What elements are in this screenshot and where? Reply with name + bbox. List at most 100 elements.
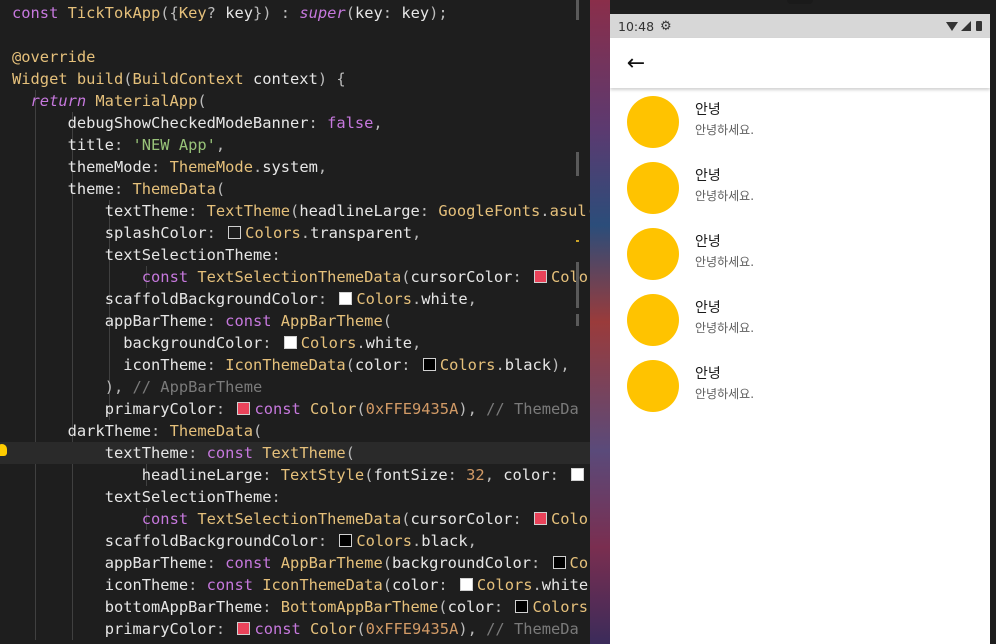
code-token: BuildContext — [132, 70, 253, 88]
app-bar: ← — [610, 38, 990, 88]
code-token: appBarTheme — [104, 312, 207, 330]
code-line[interactable]: textTheme: const TextTheme( — [0, 442, 590, 464]
color-swatch[interactable] — [459, 578, 473, 591]
code-token: const — [225, 554, 281, 572]
code-line[interactable]: ), // AppBarTheme — [0, 376, 263, 398]
code-token: ({ — [160, 4, 179, 22]
code-line[interactable]: appBarTheme: const AppBarTheme( — [0, 310, 392, 332]
code-token: themeMode — [67, 158, 152, 176]
code-token: const — [141, 510, 198, 528]
code-token: Color — [310, 400, 357, 418]
lightbulb-icon[interactable] — [0, 444, 7, 456]
code-line[interactable]: splashColor: Colors.transparent, — [0, 222, 422, 244]
color-swatch[interactable] — [552, 556, 566, 569]
code-token: build — [76, 70, 124, 88]
code-line[interactable]: iconTheme: IconThemeData(color: Colors.b… — [0, 354, 570, 376]
code-line[interactable]: scaffoldBackgroundColor: Colors.white, — [0, 288, 477, 310]
code-token: . — [532, 576, 542, 594]
color-swatch[interactable] — [237, 622, 251, 635]
color-swatch[interactable] — [283, 336, 297, 349]
code-token: Colors — [476, 576, 533, 594]
code-token: , — [373, 114, 383, 132]
code-line[interactable]: headlineLarge: TextStyle(fontSize: 32, c… — [0, 464, 588, 486]
message-list[interactable]: 안녕 안녕하세요. 안녕 안녕하세요. 안녕 안녕하세요. 안녕 안녕하세요. 안녕 안녕하세요. — [610, 88, 990, 418]
code-editor[interactable]: const TickTokApp({Key? key}) : super(key… — [0, 0, 590, 644]
code-token: super — [299, 4, 346, 22]
code-line[interactable]: textSelectionTheme: — [0, 486, 281, 508]
code-line[interactable]: return MaterialApp( — [0, 90, 207, 112]
code-line[interactable]: appBarTheme: const AppBarTheme(backgroun… — [0, 552, 588, 574]
code-token: primaryColor — [104, 400, 216, 418]
code-token: fontSize — [373, 466, 448, 484]
code-line[interactable]: const TextSelectionThemeData(cursorColor… — [0, 266, 588, 288]
code-token: : — [271, 488, 281, 506]
scrollbar-marker — [576, 314, 579, 326]
code-token: , — [317, 158, 328, 176]
code-line[interactable]: themeMode: ThemeMode.system, — [0, 156, 328, 178]
code-line[interactable]: bottomAppBarTheme: BottomAppBarTheme(col… — [0, 596, 588, 618]
code-token: black — [421, 532, 468, 550]
list-item-subtitle: 안녕하세요. — [695, 189, 755, 203]
code-token: ThemeData — [169, 422, 253, 440]
code-line[interactable]: debugShowCheckedModeBanner: false, — [0, 112, 383, 134]
code-line[interactable]: primaryColor: const Color(0xFFE9435A), /… — [0, 618, 579, 640]
color-swatch[interactable] — [339, 534, 353, 547]
code-line[interactable]: scaffoldBackgroundColor: Colors.black, — [0, 530, 477, 552]
list-item[interactable]: 안녕안녕하세요. — [610, 88, 990, 154]
code-token: AppBarTheme — [280, 312, 383, 330]
code-token: ( — [252, 422, 263, 440]
code-line[interactable]: textTheme: TextTheme(headlineLarge: Goog… — [0, 200, 590, 222]
back-button[interactable]: ← — [612, 38, 660, 88]
code-token: backgroundColor — [123, 334, 263, 352]
code-line[interactable]: Widget build(BuildContext context) { — [0, 68, 346, 90]
code-token: title — [67, 136, 114, 154]
color-swatch[interactable] — [237, 402, 251, 415]
code-token: : — [317, 532, 337, 550]
code-token: ), — [551, 356, 570, 374]
code-token: Color — [310, 620, 357, 638]
code-line[interactable]: const TickTokApp({Key? key}) : super(key… — [0, 2, 448, 24]
code-line[interactable]: const TextSelectionThemeData(cursorColor… — [0, 508, 588, 530]
code-token: : — [113, 136, 133, 154]
list-item[interactable]: 안녕 안녕하세요. — [610, 352, 990, 418]
status-time: 10:48 — [618, 18, 655, 34]
code-token: ThemeMode — [169, 158, 253, 176]
color-swatch[interactable] — [515, 600, 529, 613]
code-token: : — [308, 114, 328, 132]
color-swatch[interactable] — [571, 468, 585, 481]
code-line[interactable] — [0, 24, 12, 46]
code-token: GoogleFonts — [438, 202, 541, 220]
code-token: , — [484, 466, 504, 484]
color-swatch[interactable] — [339, 292, 353, 305]
color-swatch[interactable] — [422, 358, 436, 371]
code-token: BottomAppBarTheme — [280, 598, 439, 616]
arrow-back-icon: ← — [626, 50, 646, 76]
code-token: ), — [458, 620, 487, 638]
code-token: , — [412, 334, 422, 352]
code-token: . — [356, 334, 366, 352]
list-item[interactable]: 안녕 안녕하세요. — [610, 154, 990, 220]
code-token: . — [411, 290, 422, 308]
code-token: key — [401, 4, 430, 22]
code-line[interactable]: backgroundColor: Colors.white, — [0, 332, 421, 354]
window-divider — [590, 0, 610, 644]
code-token: textTheme — [104, 202, 189, 220]
color-swatch[interactable] — [534, 270, 547, 283]
color-swatch[interactable] — [534, 512, 547, 525]
list-item[interactable]: 안녕 안녕하세요. — [610, 220, 990, 286]
code-line[interactable]: iconTheme: const IconThemeData(color: Co… — [0, 574, 588, 596]
code-line[interactable]: textSelectionTheme: — [0, 244, 281, 266]
code-line[interactable]: darkTheme: ThemeData( — [0, 420, 263, 442]
code-line[interactable]: title: 'NEW App', — [0, 134, 226, 156]
list-item-subtitle: 안녕하세요. — [695, 123, 755, 137]
code-line[interactable]: theme: ThemeData( — [0, 178, 226, 200]
avatar — [627, 96, 679, 148]
list-item[interactable]: 안녕 안녕하세요. — [610, 286, 990, 352]
list-item-title: 안녕 — [695, 102, 721, 118]
code-line[interactable]: @override — [0, 46, 95, 68]
code-line[interactable]: primaryColor: const Color(0xFFE9435A), /… — [0, 398, 579, 420]
code-token: Colors — [439, 356, 496, 374]
code-token: }) : — [253, 4, 300, 22]
color-swatch[interactable] — [228, 226, 242, 239]
list-item-subtitle: 안녕하세요. — [695, 387, 755, 401]
